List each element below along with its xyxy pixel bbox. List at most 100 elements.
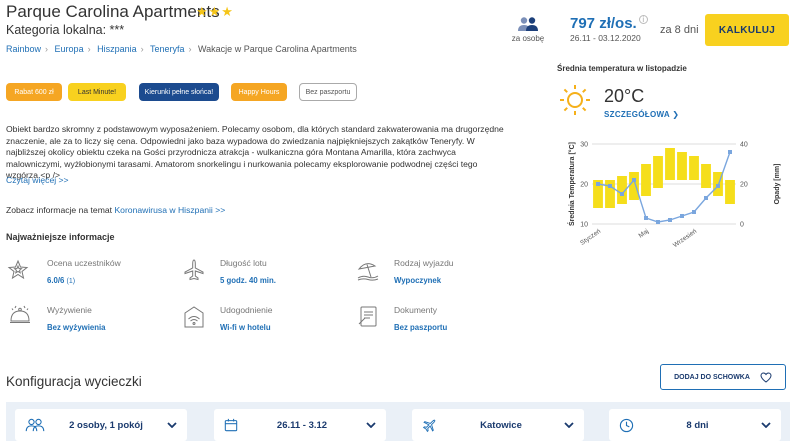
precipitation-point bbox=[656, 220, 660, 224]
fact-meals bbox=[8, 304, 32, 333]
config-departure-label[interactable]: Katowice bbox=[438, 420, 564, 431]
temperature-bar bbox=[653, 156, 663, 188]
temperature-bar bbox=[641, 164, 651, 196]
breadcrumb-link[interactable]: Teneryfa bbox=[150, 44, 185, 54]
climate-chart: 10 20 30 0 20 40 Styczeń Maj Wrzesień Średnia Te… bbox=[567, 142, 781, 250]
fact-value: Wi-fi w hotelu bbox=[220, 323, 271, 332]
rating-value: 6.0/6 bbox=[47, 276, 65, 285]
config-dates-label[interactable]: 26.11 - 3.12 bbox=[238, 420, 366, 431]
y-right-tick-label: 20 bbox=[740, 182, 748, 189]
airplane-icon bbox=[184, 259, 204, 281]
key-info-heading: Najważniejsze informacje bbox=[6, 232, 115, 242]
config-travelers-label[interactable]: 2 osoby, 1 pokój bbox=[45, 420, 167, 431]
fact-flight bbox=[182, 258, 206, 287]
badge-sun-destinations[interactable]: Kierunki pełne słońca! bbox=[139, 83, 219, 101]
chart-points bbox=[596, 150, 732, 224]
temperature-bar bbox=[665, 148, 675, 180]
covid-prefix: Zobacz informacje na temat bbox=[6, 205, 115, 215]
config-departure[interactable]: Katowice bbox=[412, 409, 584, 441]
precipitation-point bbox=[644, 216, 648, 220]
calculate-button[interactable]: KALKULUJ bbox=[705, 14, 789, 46]
calendar-icon bbox=[224, 418, 238, 432]
chevron-right-icon[interactable]: ❯ bbox=[672, 110, 679, 119]
per-person-label: za osobę bbox=[511, 34, 545, 43]
add-to-wishlist-label[interactable]: DODAJ DO SCHOWKA bbox=[674, 374, 750, 381]
per-person-indicator: za osobę bbox=[510, 16, 546, 43]
chevron-down-icon[interactable] bbox=[366, 422, 376, 428]
breadcrumb-link[interactable]: Hiszpania bbox=[97, 44, 137, 54]
fact-label: Wyżywienie bbox=[47, 305, 92, 315]
chevron-down-icon[interactable] bbox=[167, 422, 177, 428]
hotel-description: Obiekt bardzo skromny z podstawowym wypo… bbox=[6, 124, 504, 181]
y-left-tick-label: 10 bbox=[580, 222, 588, 229]
fact-label: Długość lotu bbox=[220, 258, 267, 268]
precipitation-point bbox=[716, 184, 720, 188]
trip-dates: 26.11 - 03.12.2020 bbox=[570, 33, 641, 43]
info-icon[interactable]: i bbox=[638, 15, 648, 24]
precipitation-point bbox=[704, 196, 708, 200]
config-travelers[interactable]: 2 osoby, 1 pokój bbox=[15, 409, 187, 441]
fact-value: 5 godz. 40 min. bbox=[220, 276, 276, 285]
config-dates[interactable]: 26.11 - 3.12 bbox=[214, 409, 386, 441]
weather-details-link[interactable]: SZCZEGÓŁOWA ❯ bbox=[604, 110, 679, 119]
rating-star-icon bbox=[7, 259, 29, 280]
badge-happy-hours[interactable]: Happy Hours bbox=[231, 83, 287, 101]
breadcrumb-current: Wakacje w Parque Carolina Apartments bbox=[198, 44, 357, 54]
breadcrumb-link[interactable]: Rainbow bbox=[6, 44, 41, 54]
people-icon bbox=[518, 17, 538, 31]
local-category: Kategoria lokalna: *** bbox=[6, 23, 125, 37]
fact-documents bbox=[356, 304, 380, 333]
chevron-down-icon[interactable] bbox=[761, 422, 771, 428]
weather-details-label[interactable]: SZCZEGÓŁOWA bbox=[604, 110, 670, 119]
y-left-tick-label: 20 bbox=[580, 182, 588, 189]
precipitation-point bbox=[668, 218, 672, 222]
trip-duration: za 8 dni bbox=[660, 24, 699, 36]
heart-icon[interactable] bbox=[760, 371, 772, 383]
precipitation-point bbox=[596, 182, 600, 186]
badge-no-passport[interactable]: Bez paszportu bbox=[299, 83, 357, 101]
precipitation-point bbox=[680, 214, 684, 218]
sun-icon bbox=[560, 85, 590, 115]
chevron-right-icon: › bbox=[140, 44, 144, 54]
badge-discount[interactable]: Rabat 600 zł bbox=[6, 83, 62, 101]
weather-temperature: 20°C bbox=[604, 86, 645, 106]
covid-link[interactable]: Koronawirusa w Hiszpanii >> bbox=[114, 205, 225, 215]
fact-amenities bbox=[182, 305, 206, 334]
config-duration-label[interactable]: 8 dni bbox=[634, 420, 761, 431]
fact-value: 6.0/6 (1) bbox=[47, 276, 75, 285]
price-value: 797 zł/os. bbox=[570, 15, 637, 32]
fact-label: Ocena uczestników bbox=[47, 258, 121, 268]
add-to-wishlist-button[interactable]: DODAJ DO SCHOWKA bbox=[660, 364, 786, 390]
temperature-bar bbox=[725, 180, 735, 204]
wifi-icon bbox=[184, 306, 204, 328]
clock-icon bbox=[619, 418, 634, 432]
hotel-stars: ★★★ bbox=[196, 4, 234, 19]
temperature-bar bbox=[701, 164, 711, 188]
fact-value: Bez paszportu bbox=[394, 323, 448, 332]
weather-widget bbox=[558, 83, 592, 122]
breadcrumb: Rainbow › Europa › Hiszpania › Teneryfa › Wa… bbox=[6, 44, 357, 54]
fact-label: Rodzaj wyjazdu bbox=[394, 258, 454, 268]
x-tick-label: Maj bbox=[638, 228, 651, 240]
fact-value: Bez wyżywienia bbox=[47, 323, 106, 332]
price: 797 zł/os. i bbox=[570, 15, 648, 32]
temperature-bar bbox=[677, 152, 687, 180]
precipitation-point bbox=[632, 178, 636, 182]
breadcrumb-link[interactable]: Europa bbox=[55, 44, 84, 54]
fact-value: Wypoczynek bbox=[394, 276, 442, 285]
precipitation-point bbox=[728, 150, 732, 154]
read-more-link[interactable]: Czytaj więcej >> bbox=[6, 175, 69, 185]
weather-title: Średnia temperatura w listopadzie bbox=[557, 64, 687, 73]
y-left-tick-label: 30 bbox=[580, 142, 588, 149]
fact-rating bbox=[6, 258, 30, 287]
config-duration[interactable]: 8 dni bbox=[609, 409, 781, 441]
document-icon bbox=[358, 306, 377, 327]
y-left-axis-label: Średnia Temperatura [°C] bbox=[567, 142, 576, 226]
badge-last-minute[interactable]: Last Minute! bbox=[68, 83, 126, 101]
precipitation-point bbox=[608, 184, 612, 188]
temperature-bar bbox=[629, 172, 639, 200]
chart-bars bbox=[593, 148, 735, 208]
fact-label: Udogodnienie bbox=[220, 305, 273, 315]
chevron-down-icon[interactable] bbox=[564, 422, 574, 428]
airplane-icon bbox=[422, 419, 436, 433]
